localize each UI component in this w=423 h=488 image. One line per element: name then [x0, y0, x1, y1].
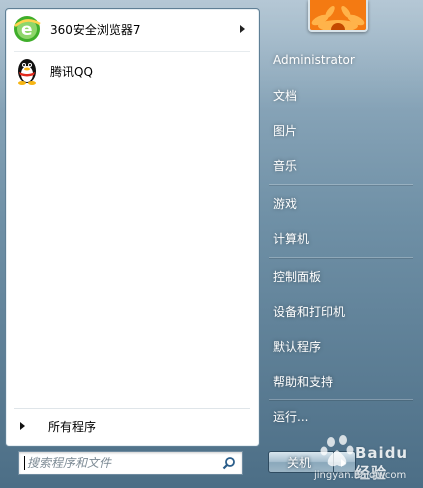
- program-item-360-browser[interactable]: e 360安全浏览器7: [12, 12, 253, 46]
- right-item-pictures[interactable]: 图片: [268, 119, 416, 141]
- text-caret: [24, 456, 25, 470]
- right-item-music[interactable]: 音乐: [268, 154, 416, 176]
- all-programs-label: 所有程序: [48, 419, 97, 434]
- start-menu: e 360安全浏览器7 腾讯QQ 所有程序 搜索程序和文件 Administra…: [0, 0, 423, 488]
- programs-panel: e 360安全浏览器7 腾讯QQ 所有程序: [5, 8, 260, 447]
- qq-penguin-icon: [12, 56, 42, 86]
- program-label: 360安全浏览器7: [50, 22, 141, 37]
- user-picture[interactable]: [308, 0, 368, 32]
- baidu-watermark: Baidu 经验 jingyan.baidu.com: [300, 430, 420, 486]
- divider: [269, 257, 413, 258]
- right-item-default-programs[interactable]: 默认程序: [268, 335, 416, 357]
- right-item-label: Administrator: [273, 53, 355, 67]
- right-item-label: 控制面板: [273, 269, 322, 284]
- flower-picture-icon: [310, 0, 366, 30]
- right-item-label: 运行...: [273, 409, 309, 424]
- right-item-label: 默认程序: [273, 339, 322, 354]
- right-item-administrator[interactable]: Administrator: [268, 49, 416, 71]
- right-item-run[interactable]: 运行...: [268, 405, 416, 427]
- triangle-right-icon: [20, 422, 25, 430]
- search-input[interactable]: [25, 455, 219, 471]
- search-box[interactable]: [18, 451, 243, 475]
- right-item-label: 文档: [273, 88, 298, 103]
- right-item-label: 音乐: [273, 158, 298, 173]
- right-item-label: 设备和打印机: [273, 304, 346, 319]
- right-item-control-panel[interactable]: 控制面板: [268, 265, 416, 287]
- divider: [269, 399, 413, 400]
- divider: [14, 51, 250, 52]
- submenu-arrow-icon[interactable]: [240, 25, 245, 33]
- all-programs-button[interactable]: 所有程序: [14, 413, 250, 439]
- divider: [14, 408, 250, 409]
- program-item-qq[interactable]: 腾讯QQ: [12, 54, 253, 88]
- right-item-label: 计算机: [273, 231, 310, 246]
- browser-360-icon: e: [12, 14, 42, 44]
- watermark-url: jingyan.baidu.com: [314, 470, 407, 481]
- svg-text:e: e: [21, 20, 33, 40]
- right-item-label: 帮助和支持: [273, 374, 334, 389]
- right-item-help-support[interactable]: 帮助和支持: [268, 370, 416, 392]
- right-item-computer[interactable]: 计算机: [268, 227, 416, 249]
- right-item-label: 图片: [273, 123, 298, 138]
- program-label: 腾讯QQ: [50, 64, 93, 79]
- divider: [269, 184, 413, 185]
- right-item-games[interactable]: 游戏: [268, 192, 416, 214]
- search-icon[interactable]: [222, 456, 236, 470]
- right-item-devices-printers[interactable]: 设备和打印机: [268, 300, 416, 322]
- right-item-label: 游戏: [273, 196, 298, 211]
- right-item-documents[interactable]: 文档: [268, 84, 416, 106]
